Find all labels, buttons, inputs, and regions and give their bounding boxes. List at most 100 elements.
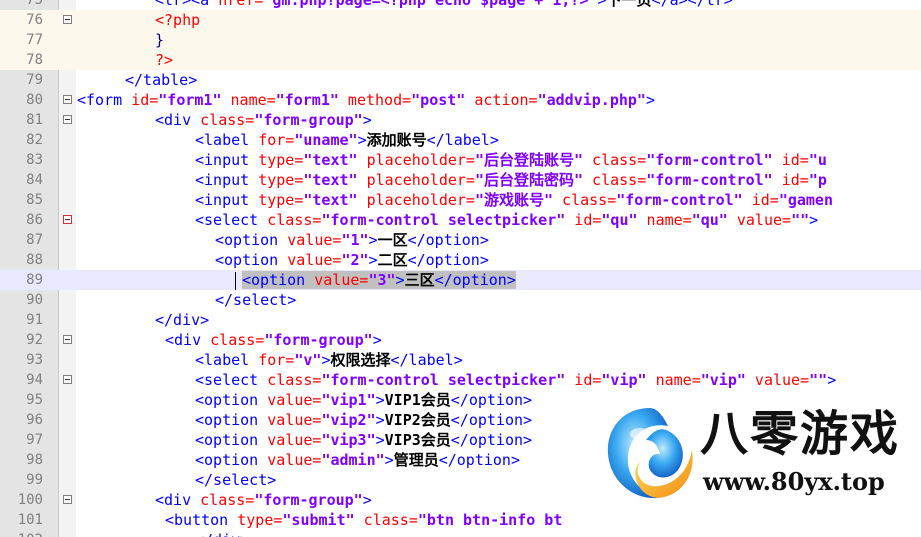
- code-token: value=: [287, 231, 342, 249]
- code-line[interactable]: 77}: [0, 30, 921, 50]
- code-token: "vip": [700, 371, 746, 389]
- code-line[interactable]: 75 <tr><a href="gm.php?page=<?php echo $p…: [0, 0, 921, 10]
- code-token: "qu": [691, 211, 728, 229]
- fold-toggle-icon[interactable]: [63, 115, 72, 124]
- code-token: <select: [195, 211, 268, 229]
- code-token: >: [827, 371, 837, 389]
- line-number: 81: [26, 112, 43, 128]
- code-token: <div: [165, 331, 211, 349]
- code-token: "form-control selectpicker": [321, 211, 566, 229]
- code-line[interactable]: 84 <input type="text" placeholder="后台登陆密码…: [0, 170, 921, 190]
- code-token: </label>: [426, 131, 499, 149]
- code-line[interactable]: 88 <option value="2">二区</option>: [0, 250, 921, 270]
- code-token: "text": [303, 151, 358, 169]
- code-token: >: [597, 0, 607, 9]
- line-number: 91: [26, 312, 43, 328]
- code-token: </option>: [450, 391, 533, 409]
- code-token: VIP1会员: [384, 391, 451, 409]
- code-token: value=: [267, 431, 322, 449]
- code-token: placeholder=: [357, 191, 475, 209]
- code-token: <option: [195, 431, 268, 449]
- code-token: <input: [195, 171, 259, 189]
- code-text: <button type="submit" class="btn btn-inf…: [165, 510, 562, 530]
- code-line[interactable]: 81 <div class="form-group">: [0, 110, 921, 130]
- watermark-logo: 八零游戏 www.80yx.top: [600, 398, 921, 537]
- fold-toggle-icon[interactable]: [63, 215, 72, 224]
- code-token: "form1": [158, 91, 222, 109]
- code-text: <option value="vip1">VIP1会员</option>: [195, 390, 532, 410]
- fold-toggle-icon[interactable]: [63, 95, 72, 104]
- code-token: "": [809, 371, 828, 389]
- code-token: "后台登陆账号": [474, 151, 584, 169]
- code-text: <label for="v">权限选择</label>: [195, 350, 463, 370]
- code-line[interactable]: 86 <select class="form-control selectpick…: [0, 210, 921, 230]
- code-text: <option value="vip2">VIP2会员</option>: [195, 410, 532, 430]
- code-text: <input type="text" placeholder="后台登陆账号" …: [195, 150, 827, 170]
- code-line[interactable]: 82 <label for="uname">添加账号</label>: [0, 130, 921, 150]
- code-text: <label for="uname">添加账号</label>: [195, 130, 499, 150]
- fold-toggle-icon[interactable]: [63, 15, 72, 24]
- code-token: class=: [200, 491, 255, 509]
- code-token: "form-group": [264, 331, 373, 349]
- code-token: id=: [742, 191, 779, 209]
- code-token: 权限选择: [330, 351, 391, 369]
- code-token: >: [368, 231, 378, 249]
- code-token: <?php: [155, 11, 201, 29]
- code-token: <label: [195, 351, 259, 369]
- code-token: </a></tr>: [651, 0, 733, 9]
- code-token: </option>: [434, 271, 516, 289]
- code-token: "btn btn-info bt: [417, 511, 563, 529]
- code-token: "form-control": [646, 171, 773, 189]
- line-number: 87: [26, 232, 43, 248]
- code-token: for=: [258, 131, 295, 149]
- code-token: </label>: [390, 351, 463, 369]
- code-token: "游戏账号": [474, 191, 554, 209]
- code-token: "vip2": [321, 411, 376, 429]
- code-token: "post": [411, 91, 466, 109]
- code-line[interactable]: 93 <label for="v">权限选择</label>: [0, 350, 921, 370]
- code-line[interactable]: 83 <input type="text" placeholder="后台登陆账号…: [0, 150, 921, 170]
- code-token: "form1": [275, 91, 339, 109]
- code-token: "2": [341, 251, 369, 269]
- code-text: ?>: [155, 50, 173, 70]
- code-line[interactable]: 76 <?php: [0, 10, 921, 30]
- code-token: <option: [215, 231, 288, 249]
- code-token: 管理员: [393, 451, 439, 469]
- code-line[interactable]: 94 <select class="form-control selectpick…: [0, 370, 921, 390]
- code-token: 添加账号: [366, 131, 427, 149]
- code-token: <button: [165, 511, 238, 529]
- code-token: "form-control": [646, 151, 773, 169]
- code-line[interactable]: 90 </select>: [0, 290, 921, 310]
- code-text: <option value="vip3">VIP3会员</option>: [195, 430, 532, 450]
- code-token: "p: [808, 171, 827, 189]
- code-text: <select class="form-control selectpicker…: [195, 370, 836, 390]
- code-token: value=: [267, 391, 322, 409]
- code-token: "text": [303, 191, 358, 209]
- brand-url: www.80yx.top: [703, 467, 885, 496]
- code-text: <option value="3">三区</option>: [235, 270, 516, 290]
- fold-toggle-icon[interactable]: [63, 375, 72, 384]
- code-line[interactable]: 79 </table>: [0, 70, 921, 90]
- code-line[interactable]: 80 <form id="form1" name="form1" method="…: [0, 90, 921, 110]
- code-token: "admin": [321, 451, 385, 469]
- code-token: id=: [565, 211, 602, 229]
- code-token: "form-control selectpicker": [321, 371, 566, 389]
- code-text: <div class="form-group">: [155, 110, 372, 130]
- code-line[interactable]: 87 <option value="1">一区</option>: [0, 230, 921, 250]
- code-token: value=: [314, 271, 369, 289]
- fold-toggle-icon[interactable]: [63, 335, 72, 344]
- code-token: <option: [242, 271, 315, 289]
- code-token: "form-control": [616, 191, 743, 209]
- code-token: method=: [338, 91, 412, 109]
- code-line[interactable]: 85 <input type="text" placeholder="游戏账号" …: [0, 190, 921, 210]
- code-token: <tr><a: [155, 0, 219, 9]
- code-token: >: [357, 131, 367, 149]
- code-token: <option: [195, 411, 268, 429]
- line-number: 77: [26, 32, 43, 48]
- code-line[interactable]: 89 <option value="3">三区</option>: [0, 270, 921, 290]
- code-line[interactable]: 92 <div class="form-group">: [0, 330, 921, 350]
- fold-toggle-icon[interactable]: [63, 495, 72, 504]
- code-token: }: [155, 31, 165, 49]
- code-line[interactable]: 91 </div>: [0, 310, 921, 330]
- code-line[interactable]: 78 ?>: [0, 50, 921, 70]
